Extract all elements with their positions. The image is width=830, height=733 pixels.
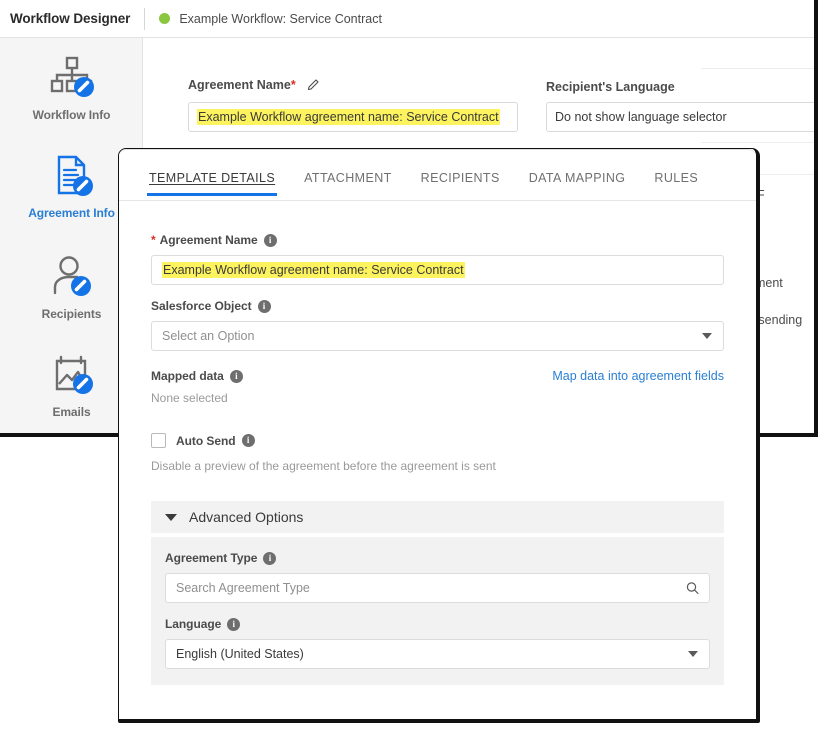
tab-rules[interactable]: RULES xyxy=(654,163,698,195)
tab-recipients[interactable]: RECIPIENTS xyxy=(421,163,500,195)
mapped-data-label-row: Mapped data i xyxy=(151,369,243,383)
salesforce-object-label-row: Salesforce Object i xyxy=(151,299,724,313)
tab-attachment[interactable]: ATTACHMENT xyxy=(304,163,392,195)
app-title: Workflow Designer xyxy=(10,11,131,26)
advanced-options-header[interactable]: Advanced Options xyxy=(151,501,724,533)
sidebar-item-label: Workflow Info xyxy=(32,108,111,122)
mapped-data-value: None selected xyxy=(151,391,228,405)
language-label: Language xyxy=(165,617,222,631)
template-details-modal: TEMPLATE DETAILS ATTACHMENT RECIPIENTS D… xyxy=(118,148,760,723)
advanced-options-title: Advanced Options xyxy=(189,509,304,525)
salesforce-object-label: Salesforce Object xyxy=(151,299,252,313)
bg-agreement-name-value: Example Workflow agreement name: Service… xyxy=(197,109,500,125)
agreement-type-placeholder: Search Agreement Type xyxy=(176,581,310,595)
required-asterisk: * xyxy=(290,78,296,92)
bg-recipients-language-label: Recipient's Language xyxy=(546,80,675,94)
mapped-data-row: Mapped data i Map data into agreement fi… xyxy=(151,369,724,383)
bg-agreement-name-label-row: Agreement Name * xyxy=(188,78,320,92)
modal-tabbar: TEMPLATE DETAILS ATTACHMENT RECIPIENTS D… xyxy=(119,163,756,201)
auto-send-checkbox[interactable] xyxy=(151,433,166,448)
advanced-options-panel: Agreement Type i Search Agreement Type L… xyxy=(151,537,724,685)
modal-agreement-name-label: Agreement Name xyxy=(159,233,258,247)
required-asterisk: * xyxy=(151,233,156,247)
modal-top-edge xyxy=(119,149,756,159)
info-icon[interactable]: i xyxy=(263,551,277,565)
info-icon[interactable]: i xyxy=(263,233,277,247)
bg-divider xyxy=(701,68,814,69)
chevron-down-icon xyxy=(702,333,712,339)
tab-data-mapping[interactable]: DATA MAPPING xyxy=(529,163,626,195)
auto-send-row: Auto Send i xyxy=(151,433,724,448)
auto-send-description: Disable a preview of the agreement befor… xyxy=(151,459,496,473)
header-divider xyxy=(144,7,146,30)
salesforce-object-select[interactable]: Select an Option xyxy=(151,321,724,351)
language-value: English (United States) xyxy=(176,647,304,661)
search-icon[interactable] xyxy=(686,582,699,595)
auto-send-label-row: Auto Send i xyxy=(176,434,255,448)
salesforce-object-value: Select an Option xyxy=(162,329,255,343)
agreement-type-label-row: Agreement Type i xyxy=(165,551,710,565)
screenshot-root: Workflow Designer Example Workflow: Serv… xyxy=(0,0,830,733)
pencil-icon[interactable] xyxy=(306,78,320,92)
mapped-data-label: Mapped data xyxy=(151,369,224,383)
chevron-down-icon xyxy=(165,513,177,521)
bg-agreement-name-label: Agreement Name xyxy=(188,78,291,92)
agreement-type-label: Agreement Type xyxy=(165,551,258,565)
bg-recipients-language-select[interactable]: Do not show language selector xyxy=(546,102,814,132)
bg-divider xyxy=(701,142,814,143)
auto-send-label: Auto Send xyxy=(176,433,236,448)
modal-body: * Agreement Name i Example Workflow agre… xyxy=(119,201,756,719)
status-dot-icon xyxy=(159,13,171,24)
org-chart-edit-icon xyxy=(0,52,143,104)
info-icon[interactable]: i xyxy=(229,369,243,383)
workflow-name-label: Example Workflow: Service Contract xyxy=(179,11,382,26)
language-label-row: Language i xyxy=(165,617,710,631)
map-data-link[interactable]: Map data into agreement fields xyxy=(552,369,724,383)
language-select[interactable]: English (United States) xyxy=(165,639,710,669)
sidebar-item-workflow-info[interactable]: Workflow Info xyxy=(0,52,143,122)
chevron-down-icon xyxy=(688,651,698,657)
info-icon[interactable]: i xyxy=(257,299,271,313)
modal-inner: TEMPLATE DETAILS ATTACHMENT RECIPIENTS D… xyxy=(119,149,756,719)
tab-template-details[interactable]: TEMPLATE DETAILS xyxy=(146,163,278,196)
app-header: Workflow Designer Example Workflow: Serv… xyxy=(0,0,814,38)
info-icon[interactable]: i xyxy=(227,617,241,631)
agreement-type-search-input[interactable]: Search Agreement Type xyxy=(165,573,710,603)
info-icon[interactable]: i xyxy=(241,434,255,447)
bg-agreement-name-input[interactable]: Example Workflow agreement name: Service… xyxy=(188,102,518,132)
bg-recipients-language-value: Do not show language selector xyxy=(555,110,727,124)
modal-agreement-name-input[interactable]: Example Workflow agreement name: Service… xyxy=(151,255,724,285)
modal-agreement-name-label-row: * Agreement Name i xyxy=(151,233,724,247)
modal-agreement-name-value: Example Workflow agreement name: Service… xyxy=(162,262,465,278)
